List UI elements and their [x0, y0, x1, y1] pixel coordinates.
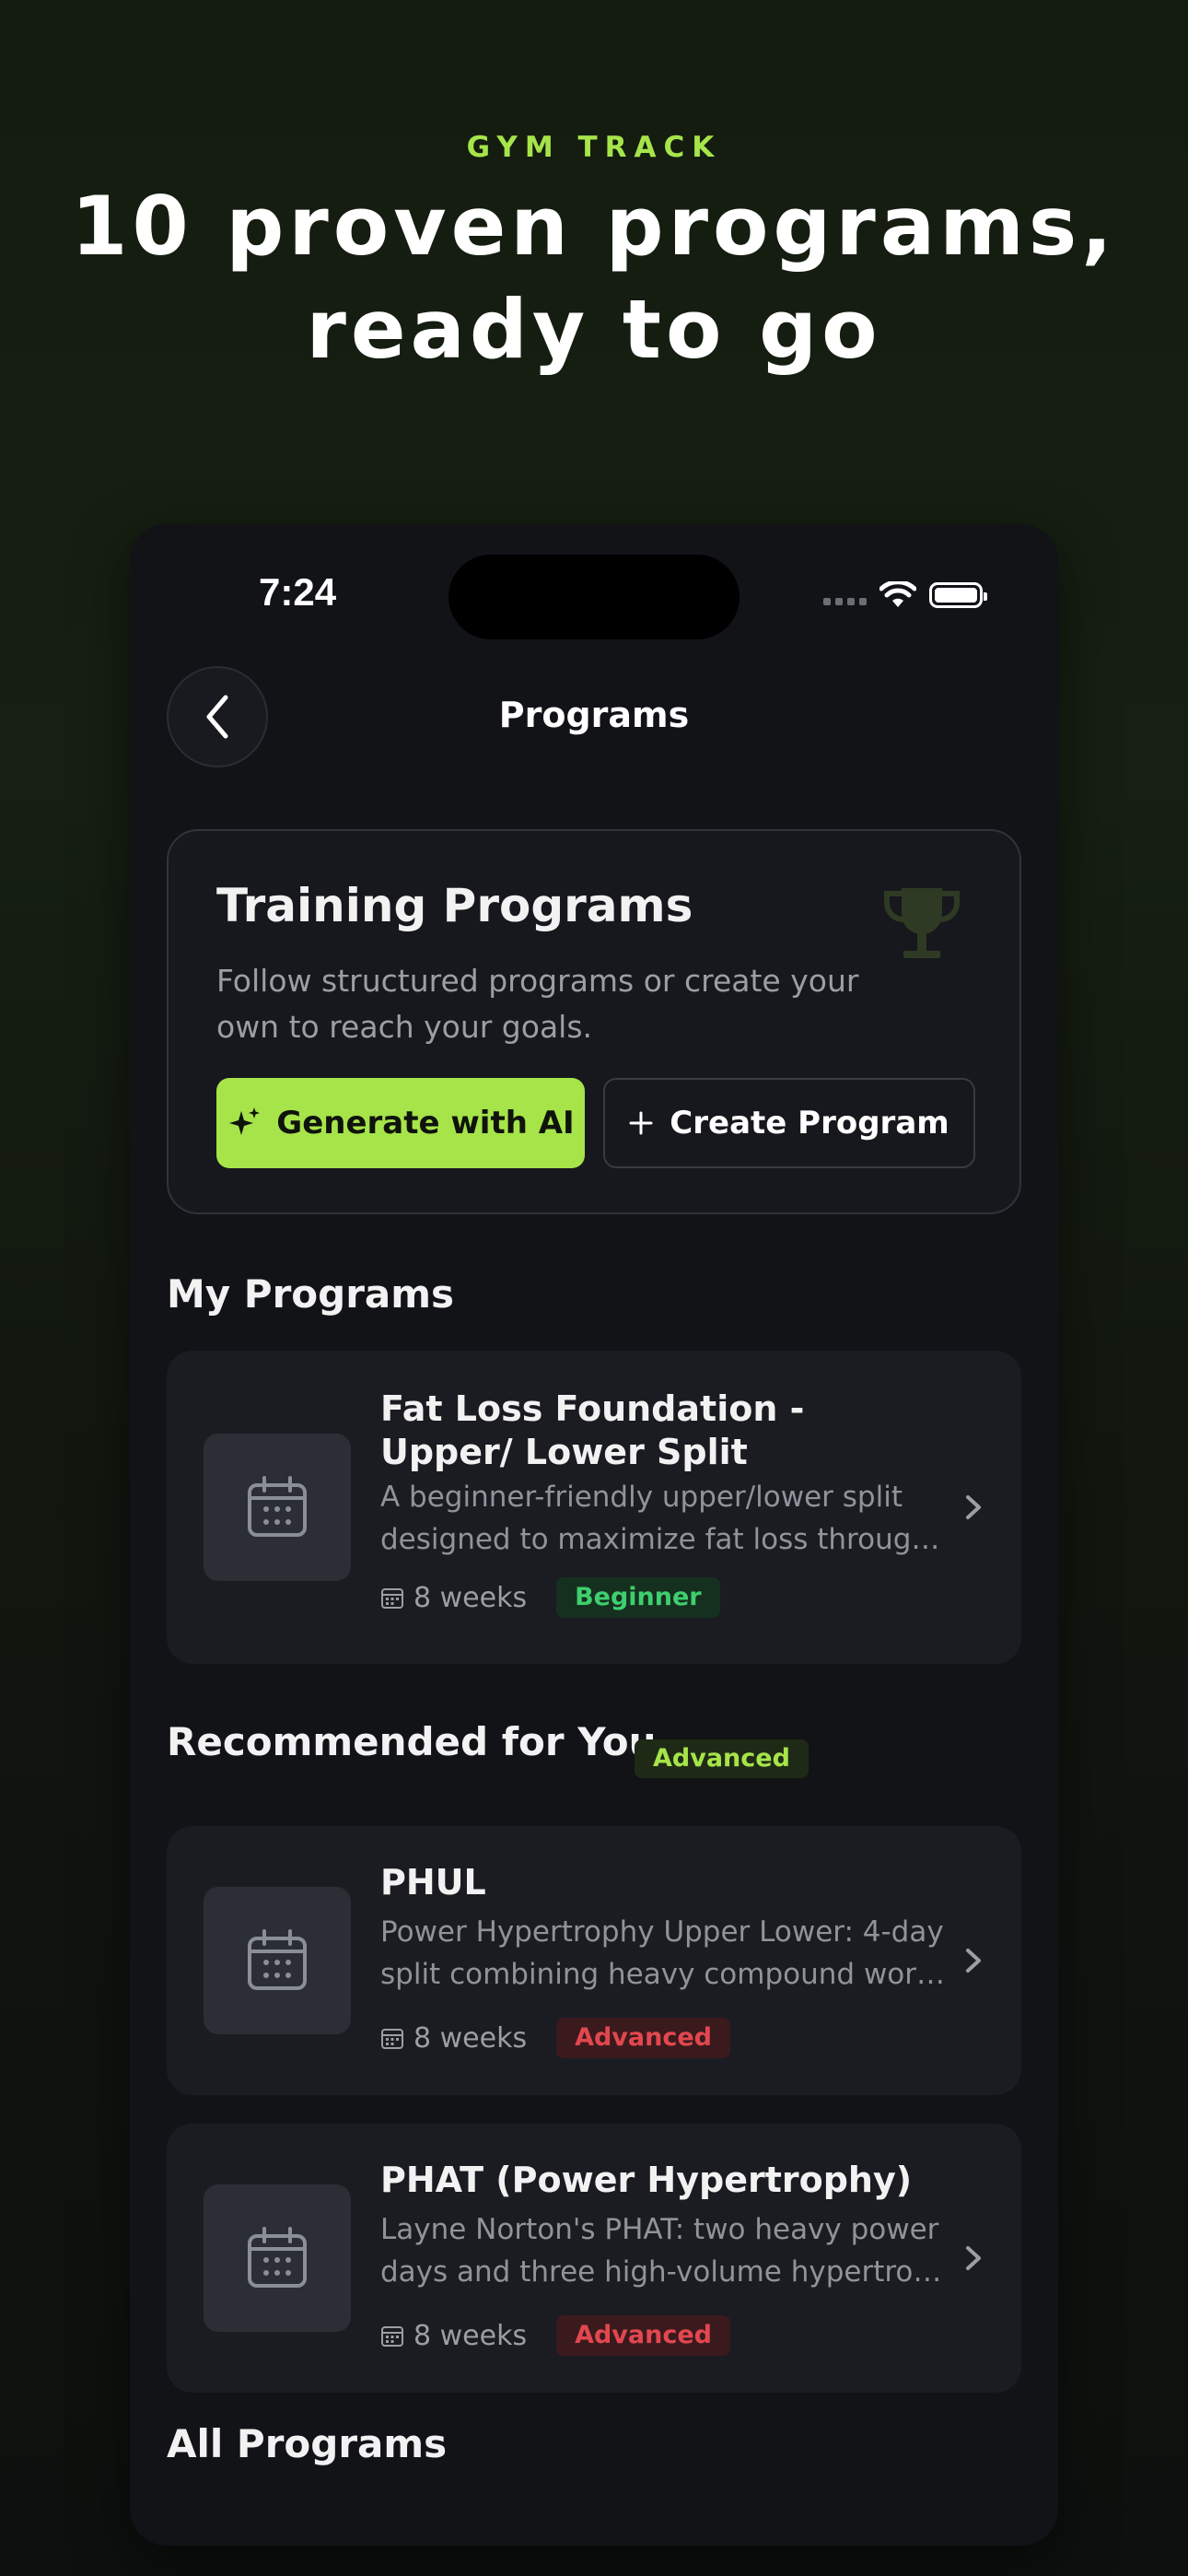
program-meta: 8 weeks Advanced: [380, 2018, 730, 2058]
hero-title: 10 proven programs, ready to go: [0, 175, 1188, 381]
signal-icon: [823, 598, 867, 605]
status-time: 7:24: [259, 570, 337, 614]
weeks-label: 8 weeks: [413, 2319, 528, 2352]
dynamic-island: [448, 555, 740, 639]
generate-with-ai-button[interactable]: Generate with AI: [216, 1078, 585, 1168]
hero-title-line2: ready to go: [306, 282, 882, 377]
status-icons: [823, 581, 987, 609]
my-programs-heading: My Programs: [167, 1271, 455, 1317]
plus-icon: [629, 1111, 653, 1135]
program-thumbnail: [204, 1434, 351, 1581]
trophy-icon: [884, 888, 960, 958]
program-name: Fat Loss Foundation - Upper/ Lower Split: [380, 1388, 805, 1472]
program-name: PHUL: [380, 1862, 486, 1903]
training-programs-card: Training Programs Follow structured prog…: [167, 829, 1021, 1214]
chevron-right-icon: [966, 1495, 981, 1519]
chevron-right-icon: [966, 2246, 981, 2270]
generate-label: Generate with AI: [276, 1105, 575, 1142]
card-description: Follow structured programs or create you…: [216, 963, 859, 1045]
sparkles-icon: [229, 1107, 261, 1135]
recommended-heading: Recommended for You: [167, 1719, 657, 1764]
calendar-icon: [248, 1476, 307, 1537]
battery-icon: [929, 582, 987, 608]
calendar-small-icon: [381, 1588, 403, 1609]
program-duration: 8 weeks: [380, 2320, 527, 2352]
level-badge: Advanced: [556, 2315, 730, 2356]
program-description: A beginner-friendly upper/lower split de…: [380, 1481, 951, 1556]
program-description: Layne Norton's PHAT: two heavy power day…: [380, 2213, 951, 2289]
program-description: Power Hypertrophy Upper Lower: 4-day spl…: [380, 1915, 951, 1991]
create-label: Create Program: [670, 1105, 949, 1142]
wifi-icon: [879, 581, 916, 607]
level-badge: Advanced: [556, 2018, 730, 2058]
phone-screen: 7:24 Programs Training Programs Follow s…: [130, 524, 1058, 2546]
hero-title-line1: 10 proven programs,: [71, 179, 1117, 274]
calendar-small-icon: [381, 2029, 403, 2049]
page-title: Programs: [498, 695, 690, 735]
program-thumbnail: [204, 2184, 351, 2332]
program-card[interactable]: Fat Loss Foundation - Upper/ Lower Split…: [167, 1351, 1021, 1664]
program-card[interactable]: PHAT (Power Hypertrophy) Layne Norton's …: [167, 2124, 1021, 2393]
weeks-label: 8 weeks: [413, 2021, 528, 2055]
program-duration: 8 weeks: [380, 2022, 527, 2055]
weeks-label: 8 weeks: [413, 1581, 528, 1614]
calendar-icon: [248, 2227, 307, 2288]
calendar-small-icon: [381, 2326, 403, 2347]
calendar-icon: [248, 1929, 307, 1990]
program-name: PHAT (Power Hypertrophy): [380, 2160, 913, 2200]
level-badge: Beginner: [556, 1577, 720, 1618]
program-duration: 8 weeks: [380, 1582, 527, 1614]
card-title: Training Programs: [216, 879, 693, 932]
program-meta: 8 weeks Beginner: [380, 1577, 720, 1618]
all-programs-heading: All Programs: [167, 2421, 448, 2466]
program-meta: 8 weeks Advanced: [380, 2315, 730, 2356]
recommended-badge: Advanced: [635, 1739, 809, 1778]
chevron-right-icon: [966, 1949, 981, 1973]
program-card[interactable]: PHUL Power Hypertrophy Upper Lower: 4-da…: [167, 1826, 1021, 2095]
hero-eyebrow: GYM TRACK: [466, 131, 722, 164]
create-program-button[interactable]: Create Program: [603, 1078, 975, 1168]
program-thumbnail: [204, 1887, 351, 2034]
